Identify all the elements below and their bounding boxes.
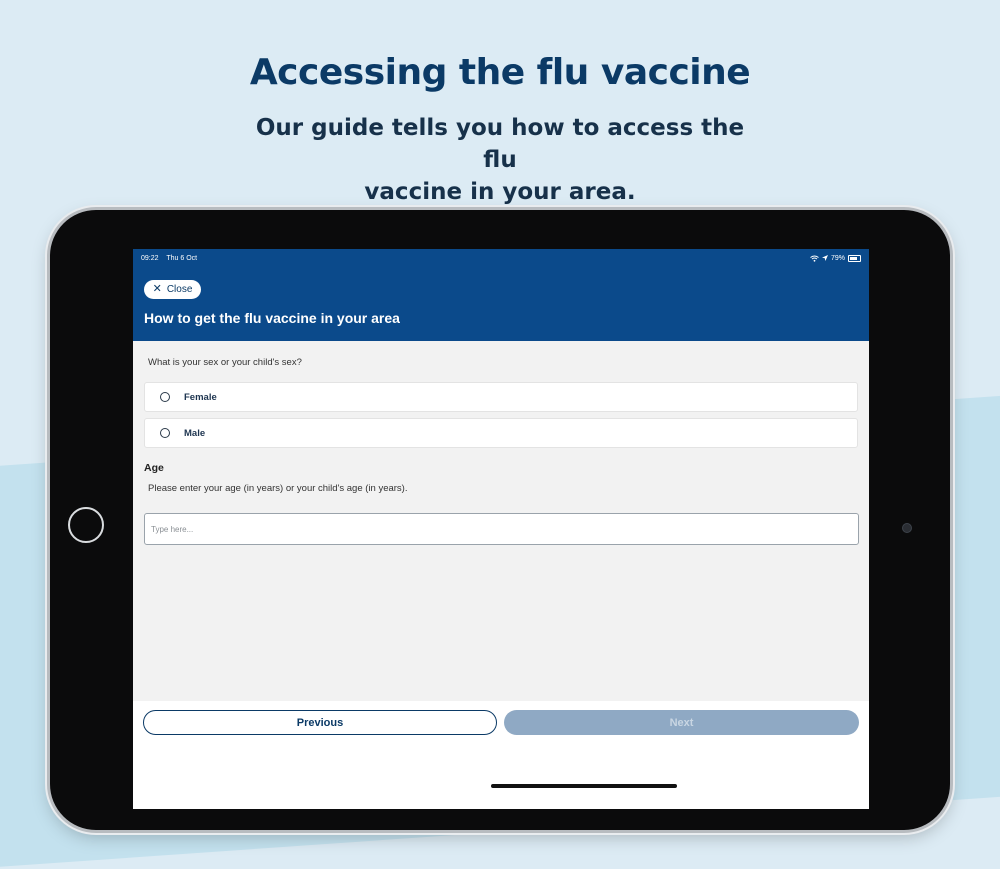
next-button[interactable]: Next	[504, 710, 859, 735]
age-input[interactable]	[144, 513, 859, 545]
promo-subheading: Our guide tells you how to access the fl…	[250, 112, 750, 208]
wifi-icon	[810, 255, 819, 262]
battery-percent: 79%	[830, 254, 845, 262]
status-bar: 09:22 Thu 6 Oct 79%	[141, 252, 861, 264]
previous-button[interactable]: Previous	[143, 710, 497, 735]
battery-icon	[848, 254, 861, 262]
sex-question: What is your sex or your child's sex?	[148, 357, 302, 368]
radio-button[interactable]	[160, 428, 170, 438]
promo-subheading-line-1: Our guide tells you how to access the fl…	[255, 115, 745, 173]
close-button[interactable]: ✕ Close	[144, 280, 201, 299]
page-title: How to get the flu vaccine in your area	[144, 310, 400, 326]
promo-subheading-line-2: vaccine in your area.	[364, 179, 636, 205]
age-help-text: Please enter your age (in years) or your…	[148, 483, 408, 494]
home-indicator	[491, 784, 677, 788]
status-time: 09:22	[141, 254, 159, 262]
close-label: Close	[166, 284, 193, 295]
option-female[interactable]: Female	[144, 382, 858, 412]
option-male[interactable]: Male	[144, 418, 858, 448]
camera-icon	[902, 523, 912, 533]
close-icon: ✕	[152, 283, 162, 295]
app-header: 09:22 Thu 6 Oct 79% ✕ Close How to get t…	[133, 249, 869, 341]
home-button	[68, 507, 104, 543]
radio-button[interactable]	[160, 392, 170, 402]
tablet-device-frame: 09:22 Thu 6 Oct 79% ✕ Close How to get t…	[50, 210, 950, 830]
tablet-screen: 09:22 Thu 6 Oct 79% ✕ Close How to get t…	[133, 249, 869, 809]
option-label: Female	[184, 392, 217, 403]
option-label: Male	[184, 428, 206, 439]
status-right: 79%	[810, 254, 861, 262]
promo-headline: Accessing the flu vaccine	[249, 52, 751, 93]
age-heading: Age	[144, 462, 164, 474]
location-arrow-icon	[821, 255, 828, 261]
status-left: 09:22 Thu 6 Oct	[141, 255, 203, 262]
status-date: Thu 6 Oct	[166, 254, 198, 262]
